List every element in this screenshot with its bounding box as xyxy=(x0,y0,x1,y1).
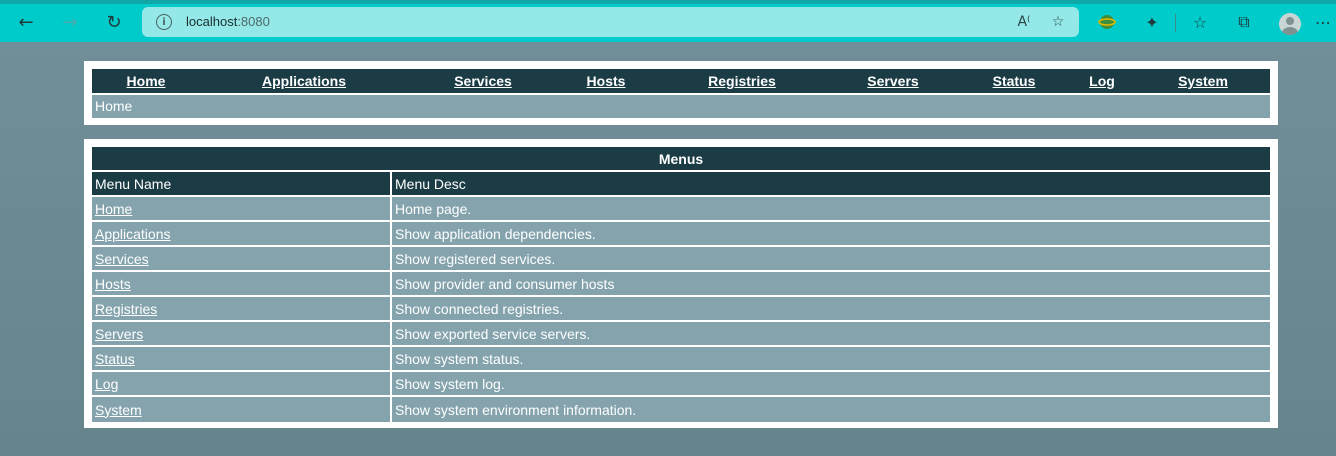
more-icon[interactable]: ⋯ xyxy=(1310,9,1336,35)
menu-desc-cell: Show registered services. xyxy=(392,247,1270,272)
url-text[interactable]: localhost:8080 xyxy=(186,14,270,29)
menu-desc-cell: Show exported service servers. xyxy=(392,322,1270,347)
menu-link-registries[interactable]: Registries xyxy=(95,301,157,317)
extension-globe-icon[interactable] xyxy=(1094,9,1120,35)
url-port: :8080 xyxy=(237,14,270,29)
profile-icon[interactable] xyxy=(1279,13,1301,35)
menu-name-cell: Status xyxy=(92,347,392,372)
toolbar-divider xyxy=(1175,14,1176,32)
menus-table: Menus Menu Name Menu Desc Home Home page… xyxy=(92,147,1270,422)
nav-log-link[interactable]: Log xyxy=(1089,73,1115,89)
menu-link-applications[interactable]: Applications xyxy=(95,226,171,242)
menu-desc-cell: Show connected registries. xyxy=(392,297,1270,322)
nav-registries-link[interactable]: Registries xyxy=(708,73,776,89)
address-bar[interactable]: i localhost:8080 A⁽ ☆ xyxy=(142,7,1079,37)
table-row: Servers Show exported service servers. xyxy=(92,322,1270,347)
menu-name-cell: System xyxy=(92,397,392,422)
breadcrumb: Home xyxy=(92,95,1270,118)
refresh-icon[interactable]: ↻ xyxy=(99,7,129,37)
menu-desc-cell: Show provider and consumer hosts xyxy=(392,272,1270,297)
forward-icon: → xyxy=(62,11,78,33)
browser-toolbar: ← → ↻ i localhost:8080 A⁽ ☆ ✦ ☆ ⧉ ⋯ xyxy=(0,0,1336,42)
nav-services-link[interactable]: Services xyxy=(454,73,512,89)
collections-icon[interactable]: ⧉ xyxy=(1231,9,1257,35)
menu-link-servers[interactable]: Servers xyxy=(95,326,143,342)
menu-name-cell: Services xyxy=(92,247,392,272)
menus-panel: Menus Menu Name Menu Desc Home Home page… xyxy=(84,139,1278,428)
nav-hosts-link[interactable]: Hosts xyxy=(587,73,626,89)
menus-title: Menus xyxy=(92,147,1270,172)
menu-link-log[interactable]: Log xyxy=(95,376,118,392)
nav-applications-link[interactable]: Applications xyxy=(262,73,346,89)
menu-desc-cell: Show system status. xyxy=(392,347,1270,372)
nav-servers-link[interactable]: Servers xyxy=(867,73,918,89)
column-header-menu-desc: Menu Desc xyxy=(392,172,1270,197)
table-row: Services Show registered services. xyxy=(92,247,1270,272)
nav-home-link[interactable]: Home xyxy=(127,73,166,89)
table-row: Hosts Show provider and consumer hosts xyxy=(92,272,1270,297)
add-favorite-icon[interactable]: ☆ xyxy=(1048,12,1068,32)
menu-link-hosts[interactable]: Hosts xyxy=(95,276,131,292)
table-row: Registries Show connected registries. xyxy=(92,297,1270,322)
favorites-icon[interactable]: ☆ xyxy=(1187,9,1213,35)
menu-link-status[interactable]: Status xyxy=(95,351,135,367)
table-row: Log Show system log. xyxy=(92,372,1270,397)
table-row: Home Home page. xyxy=(92,197,1270,222)
table-row: Applications Show application dependenci… xyxy=(92,222,1270,247)
menu-desc-cell: Show system log. xyxy=(392,372,1270,397)
menu-name-cell: Registries xyxy=(92,297,392,322)
menu-name-cell: Applications xyxy=(92,222,392,247)
table-row: System Show system environment informati… xyxy=(92,397,1270,422)
menu-link-services[interactable]: Services xyxy=(95,251,149,267)
table-row: Status Show system status. xyxy=(92,347,1270,372)
column-header-menu-name: Menu Name xyxy=(92,172,392,197)
read-aloud-icon[interactable]: A⁽ xyxy=(1014,12,1034,32)
back-icon[interactable]: ← xyxy=(11,7,41,37)
menu-link-system[interactable]: System xyxy=(95,402,142,418)
menu-name-cell: Home xyxy=(92,197,392,222)
menu-name-cell: Servers xyxy=(92,322,392,347)
url-host: localhost xyxy=(186,14,238,29)
extensions-icon[interactable]: ✦ xyxy=(1139,9,1165,35)
menu-desc-cell: Home page. xyxy=(392,197,1270,222)
menu-desc-cell: Show application dependencies. xyxy=(392,222,1270,247)
nav-status-link[interactable]: Status xyxy=(993,73,1036,89)
menu-desc-cell: Show system environment information. xyxy=(392,397,1270,422)
nav-system-link[interactable]: System xyxy=(1178,73,1228,89)
top-nav-panel: Home Applications Services Hosts Registr… xyxy=(84,61,1278,125)
menu-name-cell: Log xyxy=(92,372,392,397)
menu-link-home[interactable]: Home xyxy=(95,201,132,217)
main-nav: Home Applications Services Hosts Registr… xyxy=(92,69,1270,93)
menu-name-cell: Hosts xyxy=(92,272,392,297)
table-header-row: Menu Name Menu Desc xyxy=(92,172,1270,197)
info-icon[interactable]: i xyxy=(156,14,172,30)
